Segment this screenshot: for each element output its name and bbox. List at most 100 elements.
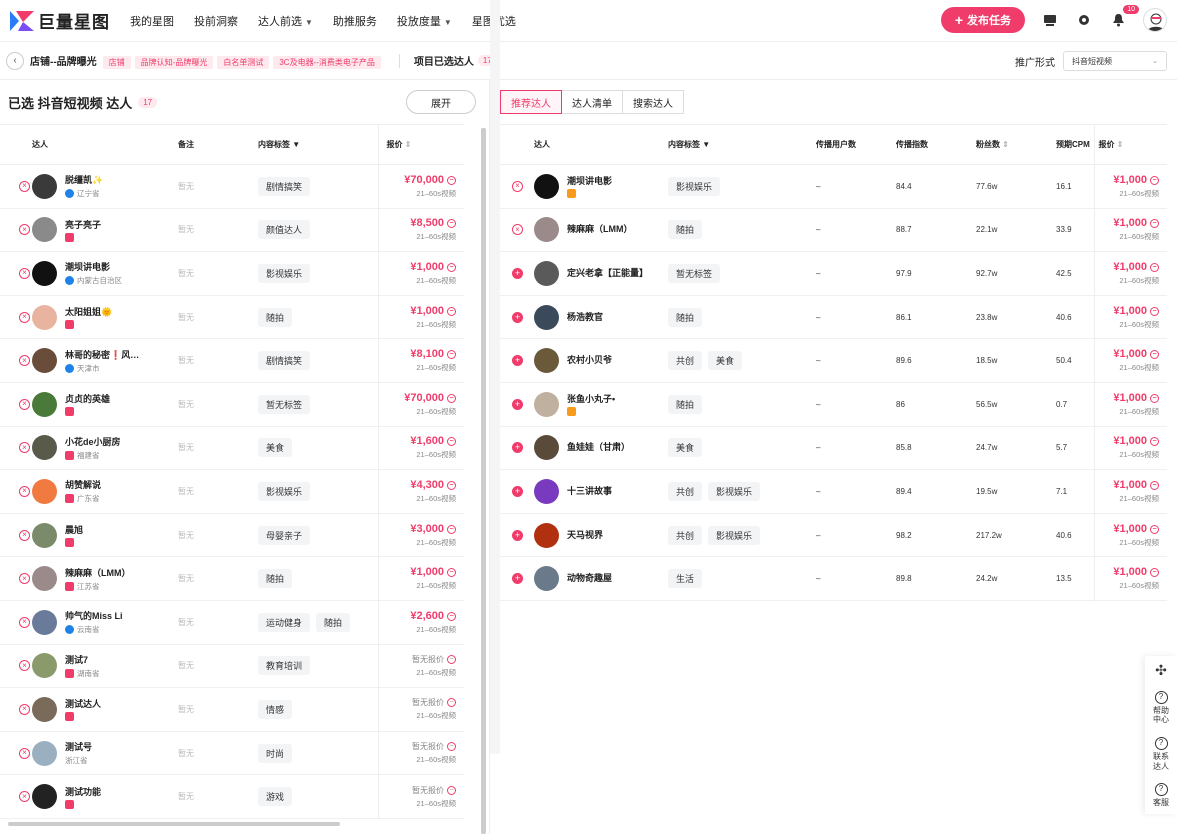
creator-name[interactable]: 胡赞解说	[65, 478, 101, 491]
avatar[interactable]	[534, 522, 559, 548]
creator-name[interactable]: 鱼娃娃（甘肃）	[567, 440, 630, 453]
add-icon[interactable]: +	[512, 311, 523, 323]
creator-name[interactable]: 亮子亮子	[65, 218, 101, 231]
creator-name[interactable]: 测试号	[65, 740, 92, 753]
note-text[interactable]: 暂无	[178, 269, 194, 278]
note-text[interactable]: 暂无	[178, 618, 194, 627]
panel-divider[interactable]	[490, 0, 500, 754]
note-text[interactable]: 暂无	[178, 443, 194, 452]
minus-icon[interactable]: −	[447, 480, 456, 490]
remove-icon[interactable]: ×	[19, 485, 30, 497]
minus-icon[interactable]: −	[447, 568, 456, 578]
minus-icon[interactable]: −	[447, 393, 456, 403]
note-text[interactable]: 暂无	[178, 182, 194, 191]
minus-icon[interactable]: −	[447, 654, 456, 664]
avatar[interactable]	[32, 435, 57, 461]
minus-icon[interactable]: −	[1150, 350, 1159, 360]
minus-icon[interactable]: −	[1150, 524, 1159, 534]
avatar[interactable]	[534, 304, 559, 330]
creator-name[interactable]: 帅气的Miss Li	[65, 609, 123, 622]
back-icon[interactable]: ‹	[6, 51, 24, 70]
creator-name[interactable]: 林哥的秘密❗风…	[65, 348, 139, 361]
creator-name[interactable]: 测试7	[65, 653, 100, 666]
tab-2[interactable]: 搜索达人	[622, 90, 684, 114]
creator-name[interactable]: 潮坝讲电影	[567, 174, 612, 187]
avatar[interactable]	[32, 478, 57, 504]
minus-icon[interactable]: −	[447, 306, 456, 316]
note-text[interactable]: 暂无	[178, 225, 194, 234]
tab-0[interactable]: 推荐达人	[500, 90, 562, 114]
nav-item[interactable]: 达人前选 ▼	[248, 13, 323, 29]
creator-name[interactable]: 测试达人	[65, 697, 101, 710]
nav-item[interactable]: 助推服务	[323, 13, 387, 29]
remove-icon[interactable]: ×	[19, 747, 30, 759]
minus-icon[interactable]: −	[1150, 219, 1159, 229]
creator-name[interactable]: 定兴老拿【正能量】	[567, 266, 648, 279]
avatar[interactable]	[534, 391, 559, 417]
remove-icon[interactable]: ×	[19, 791, 30, 803]
avatar[interactable]	[534, 217, 559, 243]
add-icon[interactable]: +	[512, 485, 523, 497]
creator-name[interactable]: 辣麻麻（LMM）	[65, 566, 131, 579]
creator-name[interactable]: 辣麻麻（LMM）	[567, 222, 633, 235]
minus-icon[interactable]: −	[1150, 175, 1159, 185]
creator-name[interactable]: 测试功能	[65, 785, 101, 798]
minus-icon[interactable]: −	[447, 262, 456, 272]
nav-item[interactable]: 投放度量 ▼	[387, 13, 462, 29]
add-icon[interactable]: +	[512, 573, 523, 585]
minus-icon[interactable]: −	[1150, 306, 1159, 316]
creator-name[interactable]: 小花de小厨房	[65, 435, 121, 448]
note-text[interactable]: 暂无	[178, 356, 194, 365]
minus-icon[interactable]: −	[447, 742, 456, 752]
add-icon[interactable]: +	[512, 267, 523, 279]
add-icon[interactable]: +	[512, 355, 523, 367]
user-avatar[interactable]	[1143, 8, 1167, 32]
remove-icon[interactable]: ×	[19, 180, 30, 192]
remove-icon[interactable]: ×	[19, 616, 30, 628]
avatar[interactable]	[32, 740, 57, 766]
note-text[interactable]: 暂无	[178, 400, 194, 409]
note-text[interactable]: 暂无	[178, 313, 194, 322]
minus-icon[interactable]: −	[1150, 437, 1159, 447]
avatar[interactable]	[32, 260, 57, 286]
avatar[interactable]	[32, 217, 57, 243]
remove-icon[interactable]: ×	[512, 180, 523, 192]
minus-icon[interactable]: −	[1150, 568, 1159, 578]
gear-icon[interactable]	[1075, 11, 1093, 29]
minus-icon[interactable]: −	[447, 698, 456, 708]
tab-1[interactable]: 达人清单	[561, 90, 623, 114]
avatar[interactable]	[534, 566, 559, 592]
creator-name[interactable]: 杨浩教官	[567, 310, 603, 323]
screen-icon[interactable]	[1041, 11, 1059, 29]
note-text[interactable]: 暂无	[178, 487, 194, 496]
minus-icon[interactable]: −	[447, 524, 456, 534]
col-header-tags[interactable]: 内容标签 ▼	[258, 124, 378, 165]
remove-icon[interactable]: ×	[19, 573, 30, 585]
float-item[interactable]: ? 客服	[1152, 777, 1170, 814]
avatar[interactable]	[32, 696, 57, 722]
creator-name[interactable]: 贞贞的英雄	[65, 392, 110, 405]
add-icon[interactable]: +	[512, 442, 523, 454]
minus-icon[interactable]: −	[1150, 262, 1159, 272]
pinwheel-icon[interactable]: ✣	[1155, 656, 1167, 685]
avatar[interactable]	[32, 566, 57, 592]
remove-icon[interactable]: ×	[19, 660, 30, 672]
minus-icon[interactable]: −	[447, 219, 456, 229]
remove-icon[interactable]: ×	[19, 267, 30, 279]
remove-icon[interactable]: ×	[19, 529, 30, 541]
minus-icon[interactable]: −	[447, 350, 456, 360]
avatar[interactable]	[534, 348, 559, 374]
creator-name[interactable]: 农村小贝爷	[567, 353, 612, 366]
note-text[interactable]: 暂无	[178, 749, 194, 758]
avatar[interactable]	[534, 260, 559, 286]
vertical-scrollbar[interactable]	[481, 128, 486, 834]
creator-name[interactable]: 天马视界	[567, 528, 603, 541]
avatar[interactable]	[32, 653, 57, 679]
remove-icon[interactable]: ×	[19, 442, 30, 454]
creator-name[interactable]: 晨旭	[65, 523, 83, 536]
logo[interactable]: 巨量星图	[10, 8, 120, 33]
nav-item[interactable]: 我的星图	[120, 13, 184, 29]
bell-icon[interactable]: 10	[1109, 5, 1139, 29]
col-header-fans[interactable]: 粉丝数 ⇕	[976, 124, 1056, 165]
promo-select[interactable]: 抖音短视频 ⌄	[1063, 51, 1167, 71]
